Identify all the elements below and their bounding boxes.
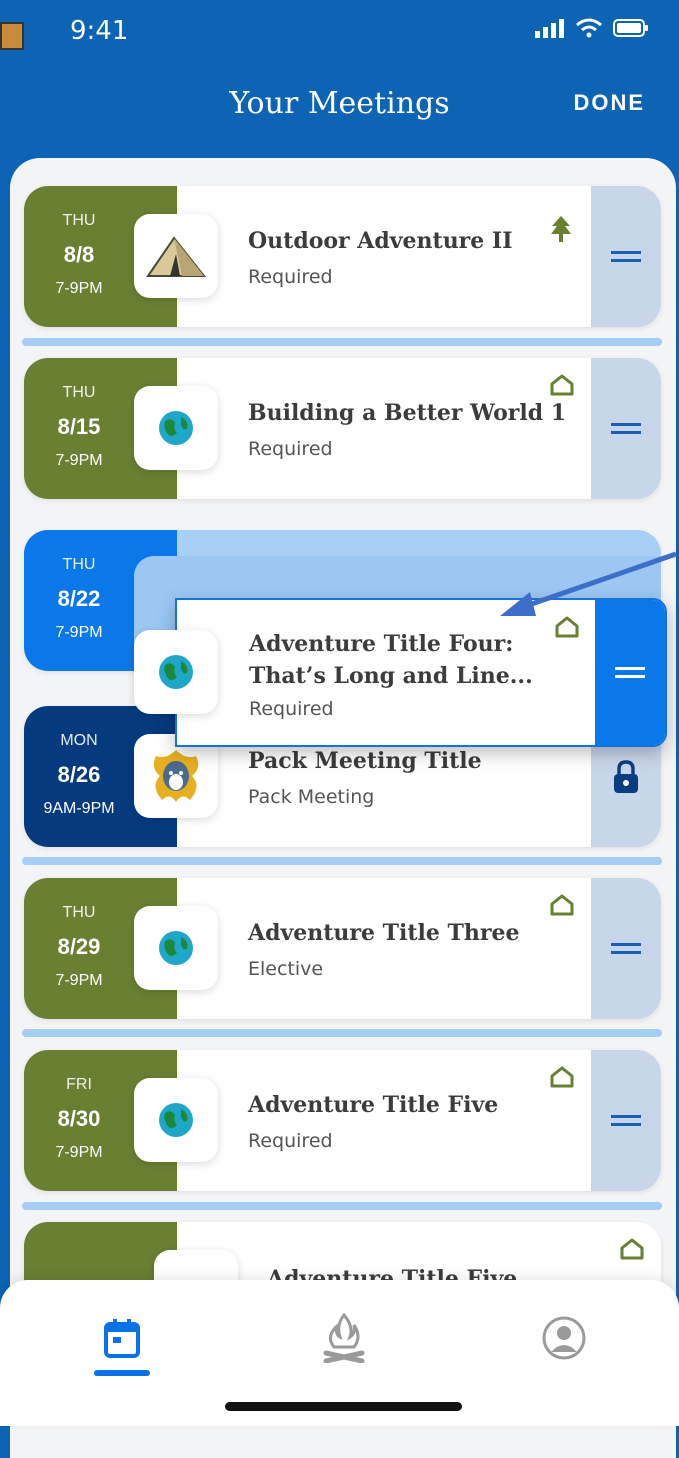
meeting-dow: THU [62,212,96,229]
globe-icon [134,630,218,714]
meeting-dow: THU [62,556,96,573]
meeting-title: Adventure Title Five [248,1092,499,1118]
drop-divider [22,857,662,865]
signal-icon [535,19,564,38]
meeting-card[interactable]: FRI 8/30 7-9PM Adventure Title Five Requ… [24,1050,661,1191]
tree-icon [550,216,572,247]
calendar-icon [104,1319,140,1358]
meeting-dow: THU [62,384,96,401]
globe-icon [134,386,218,470]
meeting-time: 7-9PM [55,452,103,469]
drop-divider [22,1202,662,1210]
home-outline-icon [550,374,574,401]
home-outline-icon [550,894,574,921]
meeting-date: 8/30 [57,1106,101,1131]
meeting-card[interactable]: THU 8/29 7-9PM Adventure Title Three Ele… [24,878,661,1019]
meeting-subtitle: Required [248,266,333,288]
battery-icon [613,19,648,37]
drag-handle[interactable] [591,878,661,1019]
globe-icon [134,1078,218,1162]
meeting-card[interactable]: THU 8/8 7-9PM Outdoor Adventure II Requi… [24,186,661,327]
meeting-time: 7-9PM [55,972,103,989]
drop-divider [22,338,662,346]
status-time: 9:41 [70,16,129,46]
tent-icon [134,214,218,298]
meeting-subtitle: Required [248,438,333,460]
tab-campfire[interactable] [314,1308,374,1368]
meeting-date: 8/8 [63,242,95,267]
app-badge-icon [0,22,24,50]
meeting-time: 7-9PM [55,624,103,641]
meeting-subtitle: Required [249,698,334,720]
campfire-icon [323,1313,365,1363]
active-tab-indicator [94,1370,150,1376]
profile-icon [542,1316,586,1360]
meeting-subtitle: Elective [248,958,324,980]
annotation-arrow-icon [500,551,677,616]
meeting-title-line1: Adventure Title Four: [249,631,514,657]
home-indicator [225,1402,462,1411]
lock-icon [614,759,638,793]
meeting-title: Outdoor Adventure II [248,228,513,254]
meeting-date: 8/29 [57,934,101,959]
status-bar: 9:41 [0,0,679,60]
meeting-subtitle: Required [248,1130,333,1152]
meeting-title: Pack Meeting Title [248,748,482,774]
tab-profile[interactable] [534,1308,594,1368]
meeting-time: 7-9PM [55,280,103,297]
home-outline-icon [620,1238,644,1265]
meeting-title: Building a Better World 1 [248,400,567,426]
meeting-dow: THU [62,904,96,921]
done-button[interactable]: DONE [573,90,645,116]
meeting-dow: MON [60,732,98,749]
meeting-subtitle: Pack Meeting [248,786,375,808]
meeting-title: Adventure Title Three [248,920,520,946]
meeting-date: 8/15 [57,414,101,439]
drag-handle[interactable] [591,1050,661,1191]
meeting-dow: FRI [66,1076,92,1093]
drag-handle[interactable] [591,186,661,327]
status-icons [535,18,649,38]
globe-icon [134,906,218,990]
meeting-title-line2: That’s Long and Line... [249,663,533,689]
wifi-icon [576,18,602,38]
meeting-time: 9AM-9PM [43,800,115,817]
meeting-card[interactable]: THU 8/15 7-9PM Building a Better World 1… [24,358,661,499]
meeting-time: 7-9PM [55,1144,103,1161]
drop-divider [22,1029,662,1037]
meeting-date: 8/26 [57,762,101,787]
tab-calendar[interactable] [92,1308,152,1368]
meeting-date: 8/22 [57,586,101,611]
home-outline-icon [550,1066,574,1093]
drag-handle[interactable] [591,358,661,499]
